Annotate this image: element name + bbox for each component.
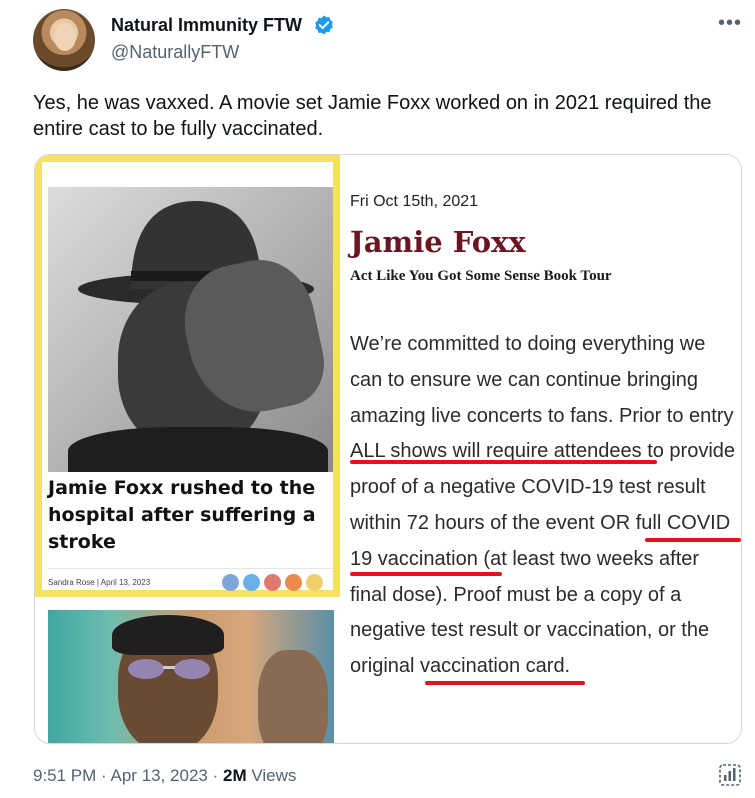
facebook-share-icon xyxy=(222,574,239,591)
body-line: can to ensure we can continue bringing xyxy=(350,368,699,391)
article-screenshot-left: Jamie Foxx rushed to the hospital after … xyxy=(35,155,340,597)
body-line: within 72 hours of the event OR full COV… xyxy=(350,511,731,534)
twitter-share-icon xyxy=(243,574,260,591)
sunglasses-photo xyxy=(48,610,334,743)
tweet-time[interactable]: 9:51 PM xyxy=(33,766,96,785)
red-underline xyxy=(350,460,657,464)
more-options-icon[interactable]: ••• xyxy=(718,12,742,35)
red-underline xyxy=(350,572,502,576)
meta-separator: · xyxy=(101,766,107,785)
body-line: negative test result or vaccination, or … xyxy=(350,619,710,642)
article-headline: Jamie Foxx rushed to the hospital after … xyxy=(48,477,316,553)
red-underline xyxy=(645,538,741,542)
body-line: original vaccination card. xyxy=(350,655,571,678)
body-line: We’re committed to doing everything we xyxy=(350,333,706,355)
body-line: final dose). Proof must be a copy of a xyxy=(350,583,682,606)
verified-badge-icon xyxy=(315,15,333,35)
author-handle[interactable]: @NaturallyFTW xyxy=(111,42,239,63)
article-title: Jamie Foxx xyxy=(350,225,526,259)
author-avatar[interactable] xyxy=(33,9,95,71)
views-count: 2M xyxy=(223,766,247,785)
analytics-icon[interactable] xyxy=(719,764,741,786)
author-name[interactable]: Natural Immunity FTW xyxy=(111,15,302,36)
body-line: amazing live concerts to fans. Prior to … xyxy=(350,404,734,427)
red-underline xyxy=(425,681,585,685)
portrait-photo xyxy=(48,187,333,472)
pinterest-share-icon xyxy=(264,574,281,591)
article-date: Fri Oct 15th, 2021 xyxy=(350,193,479,210)
email-share-icon xyxy=(306,574,323,591)
body-line: proof of a negative COVID-19 test result xyxy=(350,476,706,499)
tweet-date[interactable]: Apr 13, 2023 xyxy=(111,766,208,785)
byline-row: Sandra Rose | April 13, 2023 xyxy=(48,568,333,594)
reddit-share-icon xyxy=(285,574,302,591)
article-body: We’re committed to doing everything we c… xyxy=(350,327,741,685)
article-subtitle: Act Like You Got Some Sense Book Tour xyxy=(350,268,612,284)
article-byline: Sandra Rose | April 13, 2023 xyxy=(48,578,151,587)
body-line: ALL shows will require attendees to prov… xyxy=(350,440,736,463)
meta-separator: · xyxy=(212,766,219,785)
tweet-media[interactable]: Jamie Foxx rushed to the hospital after … xyxy=(34,154,742,744)
views-label: Views xyxy=(251,766,297,785)
tweet-meta: 9:51 PM · Apr 13, 2023 · 2M Views xyxy=(33,766,296,786)
article-screenshot-right: Fri Oct 15th, 2021 Jamie Foxx Act Like Y… xyxy=(340,155,741,743)
tweet-text: Yes, he was vaxxed. A movie set Jamie Fo… xyxy=(33,92,712,140)
